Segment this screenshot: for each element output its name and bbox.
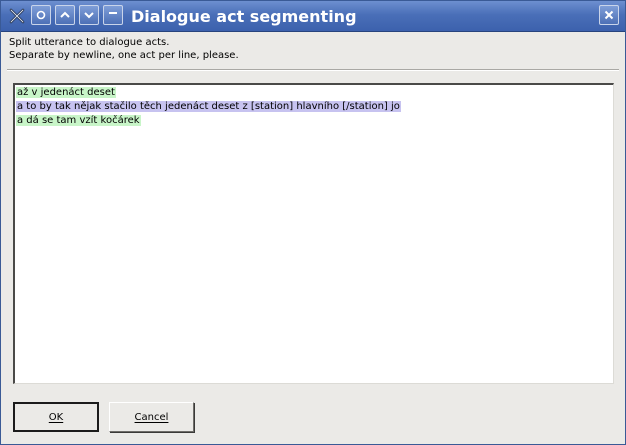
chevron-up-icon	[59, 9, 71, 21]
act-text: až v jedenáct deset	[16, 87, 116, 98]
instruction-line: Separate by newline, one act per line, p…	[9, 50, 239, 61]
instructions: Split utterance to dialogue acts. Separa…	[9, 36, 239, 62]
separator	[7, 69, 619, 71]
cancel-label: Cancel	[134, 411, 169, 423]
instruction-line: Split utterance to dialogue acts.	[9, 37, 170, 48]
act-line: až v jedenáct deset	[16, 86, 612, 100]
close-button[interactable]	[599, 5, 619, 25]
act-text: a dá se tam vzít kočárek	[16, 115, 141, 126]
act-line: a to by tak nějak stačilo těch jedenáct …	[16, 100, 612, 114]
sticky-button[interactable]	[31, 5, 51, 25]
dialog-window: Dialogue act segmenting Split utterance …	[0, 0, 626, 445]
ok-label: OK	[48, 411, 64, 423]
title-bar[interactable]: Dialogue act segmenting	[1, 1, 625, 32]
app-menu-icon[interactable]	[7, 6, 27, 26]
act-text: a to by tak nějak stačilo těch jedenáct …	[16, 101, 401, 112]
sticky-icon	[35, 9, 47, 21]
minimize-icon	[107, 9, 119, 21]
segment-text-area[interactable]: až v jedenáct deset a to by tak nějak st…	[13, 83, 614, 384]
cancel-button[interactable]: Cancel	[109, 402, 194, 432]
shade-down-button[interactable]	[79, 5, 99, 25]
chevron-down-icon	[83, 9, 95, 21]
ok-button[interactable]: OK	[13, 402, 99, 432]
minimize-button[interactable]	[103, 5, 123, 25]
close-icon	[603, 9, 615, 21]
act-line: a dá se tam vzít kočárek	[16, 114, 612, 128]
window-title: Dialogue act segmenting	[131, 7, 357, 26]
shade-up-button[interactable]	[55, 5, 75, 25]
